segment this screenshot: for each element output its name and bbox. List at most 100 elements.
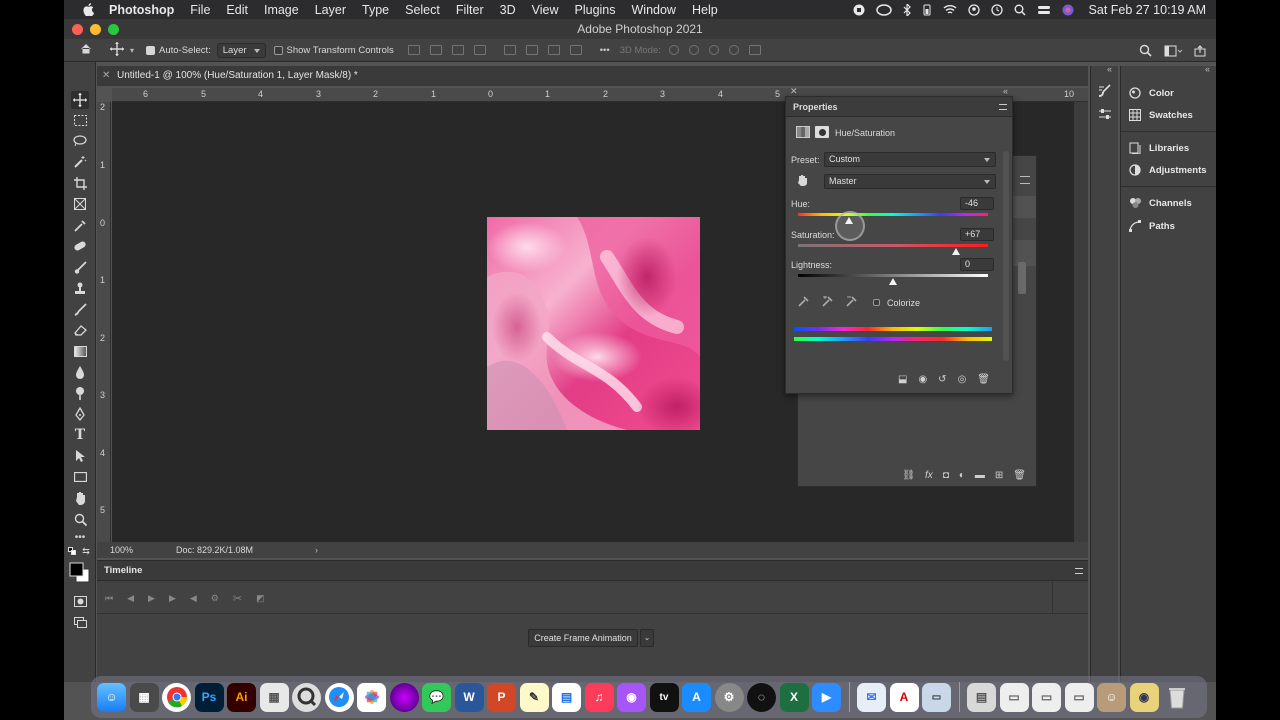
menu-3d[interactable]: 3D: [500, 3, 516, 17]
align-bottom-icon[interactable]: [547, 45, 560, 55]
show-transform-checkbox[interactable]: [273, 45, 283, 55]
properties-scrollbar[interactable]: [1003, 151, 1009, 361]
workspace-icon[interactable]: [1164, 45, 1183, 60]
layer-mask-icon[interactable]: [815, 126, 829, 138]
share-icon[interactable]: [1194, 44, 1206, 60]
settings-gear-icon[interactable]: ⚙: [211, 593, 219, 604]
hue-slider-track[interactable]: [798, 213, 988, 216]
rectangle-tool-icon[interactable]: [72, 469, 88, 485]
3d-pan-icon[interactable]: [708, 45, 719, 55]
more-options-icon[interactable]: •••: [600, 45, 610, 56]
hand-tool-icon[interactable]: [72, 490, 88, 506]
siri-icon[interactable]: [1062, 4, 1074, 16]
dock2-collapse-icon[interactable]: «: [1205, 64, 1210, 74]
launchpad-icon[interactable]: ▦: [259, 682, 289, 712]
menu-window[interactable]: Window: [632, 3, 676, 17]
play-icon[interactable]: ▶: [148, 593, 155, 604]
apple-icon[interactable]: [81, 3, 95, 17]
properties-close-icon[interactable]: ✕: [790, 86, 798, 97]
link-layers-icon[interactable]: ⛓: [902, 470, 915, 481]
add-mask-icon[interactable]: ◘: [943, 470, 949, 481]
eyedropper-plus-icon[interactable]: [822, 295, 833, 309]
magic-wand-tool-icon[interactable]: [72, 154, 88, 170]
menu-edit[interactable]: Edit: [226, 3, 248, 17]
visibility-eye-icon[interactable]: ◎: [958, 374, 967, 385]
lasso-tool-icon[interactable]: [72, 133, 88, 149]
music-icon[interactable]: ♫: [584, 682, 614, 712]
app-thumbnail-icon[interactable]: ◉: [1129, 682, 1159, 712]
delete-adjustment-icon[interactable]: 🗑: [977, 374, 990, 385]
next-frame-icon[interactable]: ▶: [169, 593, 176, 604]
auto-select-checkbox[interactable]: [146, 45, 156, 55]
adjustment-icon[interactable]: [796, 126, 810, 138]
screenshot-icon[interactable]: ▭: [922, 682, 951, 712]
illustrator-icon[interactable]: Ai: [227, 682, 256, 712]
new-group-icon[interactable]: ▬: [975, 470, 985, 481]
gradient-tool-icon[interactable]: [72, 343, 88, 359]
dock1-collapse-icon[interactable]: «: [1107, 64, 1112, 74]
document-thumbnail-icon[interactable]: ▭: [1064, 682, 1094, 712]
home-icon[interactable]: [80, 43, 92, 57]
chrome-icon[interactable]: [162, 682, 191, 712]
close-window-button[interactable]: [72, 24, 83, 35]
layers-panel-menu-icon[interactable]: [1020, 176, 1030, 184]
brush-tool-icon[interactable]: [72, 259, 88, 275]
quicktime-icon[interactable]: [292, 682, 321, 712]
align-middle-icon[interactable]: [525, 45, 538, 55]
system-preferences-icon[interactable]: ⚙: [714, 682, 744, 712]
menu-type[interactable]: Type: [362, 3, 389, 17]
notes-icon[interactable]: ✎: [519, 682, 549, 712]
word-icon[interactable]: W: [454, 682, 484, 712]
control-center-icon[interactable]: [1037, 4, 1051, 16]
creative-cloud-icon[interactable]: [875, 3, 892, 16]
crop-tool-icon[interactable]: [72, 175, 88, 191]
menu-filter[interactable]: Filter: [456, 3, 484, 17]
swap-colors-icon[interactable]: ⇆: [82, 546, 90, 556]
align-center-icon[interactable]: [429, 45, 442, 55]
pen-tool-icon[interactable]: [72, 406, 88, 422]
layers-scrollbar[interactable]: [1018, 262, 1026, 294]
scissors-icon[interactable]: ✂: [233, 592, 242, 605]
menu-plugins[interactable]: Plugins: [575, 3, 616, 17]
eyedropper-icon[interactable]: [798, 296, 809, 309]
adjustments-sliders-icon[interactable]: [1098, 107, 1112, 126]
properties-collapse-icon[interactable]: «: [1003, 86, 1008, 96]
3d-scale-icon[interactable]: [748, 45, 761, 55]
lightness-slider-thumb[interactable]: [889, 278, 897, 285]
audio-icon[interactable]: ◀: [190, 593, 197, 604]
menu-help[interactable]: Help: [692, 3, 718, 17]
create-frame-animation-button[interactable]: Create Frame Animation: [528, 629, 638, 647]
channel-dropdown[interactable]: Master: [824, 174, 996, 189]
colorize-checkbox[interactable]: [873, 299, 880, 306]
align-right-icon[interactable]: [451, 45, 464, 55]
trash-icon[interactable]: [1162, 683, 1191, 712]
podcasts-icon[interactable]: ◉: [617, 682, 646, 712]
3d-roll-icon[interactable]: [688, 45, 699, 55]
menu-image[interactable]: Image: [264, 3, 299, 17]
color-panel-tab[interactable]: Color: [1129, 87, 1174, 99]
messages-icon[interactable]: 💬: [422, 682, 451, 712]
menubar-clock[interactable]: Sat Feb 27 10:19 AM: [1089, 3, 1206, 17]
properties-menu-icon[interactable]: [999, 104, 1007, 110]
search-icon[interactable]: [1139, 44, 1152, 60]
wifi-icon[interactable]: [943, 4, 957, 15]
channels-panel-tab[interactable]: Channels: [1129, 197, 1192, 209]
saturation-slider-track[interactable]: [798, 244, 988, 247]
adjustments-panel-tab[interactable]: Adjustments: [1129, 164, 1207, 176]
safari-icon[interactable]: [324, 682, 354, 712]
finder-icon[interactable]: ☺: [97, 682, 126, 712]
zoom-tool-icon[interactable]: [72, 511, 88, 527]
layer-style-icon[interactable]: fx: [925, 470, 933, 481]
menu-app-name[interactable]: Photoshop: [109, 3, 174, 17]
menu-file[interactable]: File: [190, 3, 210, 17]
paths-panel-tab[interactable]: Paths: [1129, 220, 1175, 232]
bluetooth-icon[interactable]: [903, 3, 911, 16]
marquee-tool-icon[interactable]: [72, 112, 88, 128]
clone-stamp-tool-icon[interactable]: [72, 280, 88, 296]
photos-icon[interactable]: [357, 682, 386, 712]
silk-image-canvas[interactable]: [487, 217, 700, 430]
history-brush-tool-icon[interactable]: [72, 301, 88, 317]
menu-layer[interactable]: Layer: [315, 3, 346, 17]
zoom-window-button[interactable]: [108, 24, 119, 35]
search-icon[interactable]: [1014, 4, 1026, 16]
